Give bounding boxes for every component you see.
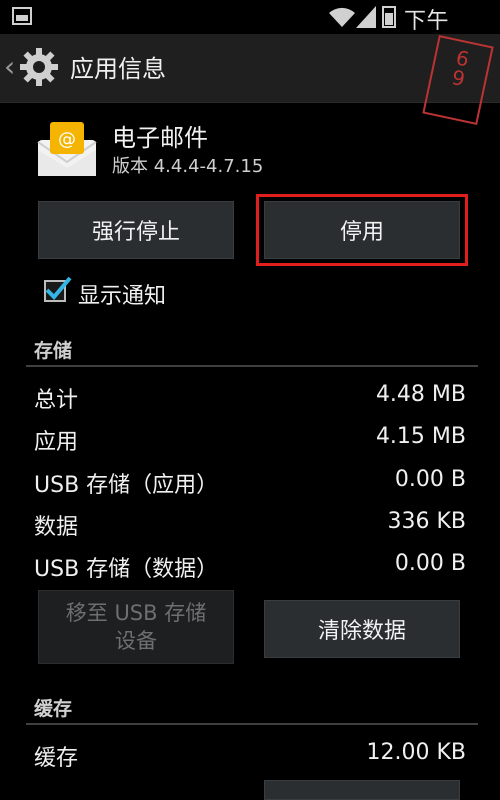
storage-row-value: 0.00 B bbox=[394, 467, 466, 492]
storage-row-label: 应用 bbox=[34, 430, 79, 455]
storage-row-value: 336 KB bbox=[387, 509, 466, 534]
clear-cache-button[interactable] bbox=[264, 780, 460, 800]
move-to-usb-button: 移至 USB 存储 设备 bbox=[38, 590, 234, 664]
storage-row-value: 0.00 B bbox=[394, 551, 466, 576]
cache-row-value: 12.00 KB bbox=[366, 740, 467, 765]
move-to-usb-line1: 移至 USB 存储 bbox=[65, 601, 207, 625]
cache-row-label: 缓存 bbox=[34, 746, 79, 771]
move-to-usb-line2: 设备 bbox=[115, 629, 157, 653]
page-title: 应用信息 bbox=[70, 55, 166, 83]
show-notifications-checkbox[interactable] bbox=[44, 276, 72, 302]
storage-section-header: 存储 bbox=[34, 340, 73, 362]
storage-row-label: 数据 bbox=[34, 515, 79, 540]
app-version: 版本 4.4.4-4.7.15 bbox=[112, 156, 264, 177]
settings-gear-icon[interactable] bbox=[18, 46, 60, 88]
cache-section-header: 缓存 bbox=[34, 698, 73, 720]
image-notification-icon bbox=[12, 7, 32, 25]
email-app-icon: @ bbox=[37, 122, 97, 176]
storage-row-label: USB 存储（数据） bbox=[34, 557, 219, 582]
disable-button[interactable]: 停用 bbox=[264, 201, 460, 259]
wifi-icon bbox=[329, 7, 355, 28]
app-name: 电子邮件 bbox=[112, 124, 208, 152]
status-bar: 下午7:56 bbox=[0, 0, 500, 60]
svg-text:@: @ bbox=[58, 129, 76, 150]
checkmark-icon bbox=[45, 276, 72, 300]
clear-data-button[interactable]: 清除数据 bbox=[264, 600, 460, 658]
battery-icon bbox=[382, 6, 396, 28]
storage-row-value: 4.15 MB bbox=[375, 424, 466, 449]
show-notifications-label: 显示通知 bbox=[78, 284, 167, 309]
storage-divider bbox=[26, 365, 478, 367]
storage-row-label: USB 存储（应用） bbox=[34, 473, 219, 498]
storage-row-label: 总计 bbox=[34, 388, 79, 413]
force-stop-button[interactable]: 强行停止 bbox=[38, 201, 234, 259]
action-bar: ‹ 应用信息 bbox=[0, 34, 500, 103]
cache-divider bbox=[26, 723, 478, 725]
back-chevron-icon[interactable]: ‹ bbox=[4, 52, 15, 82]
signal-icon bbox=[356, 6, 376, 28]
storage-row-value: 4.48 MB bbox=[375, 382, 466, 407]
